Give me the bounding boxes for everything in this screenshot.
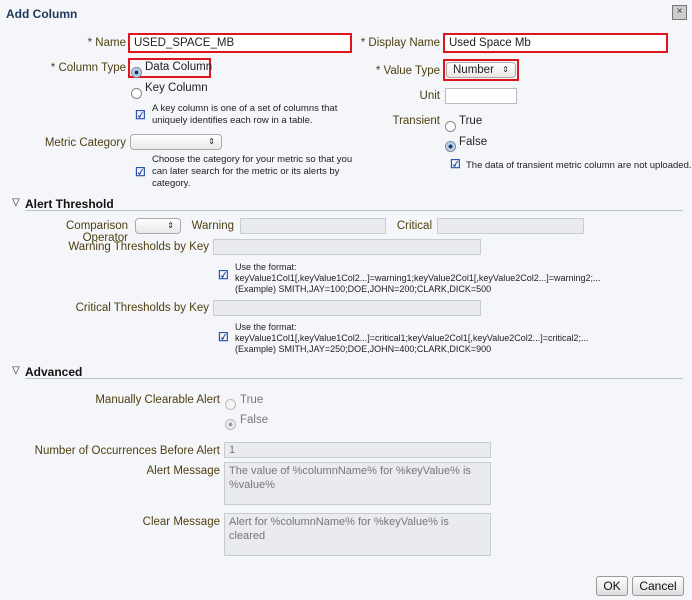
transient-true-radio[interactable] — [445, 121, 456, 132]
clearable-false-label: False — [240, 414, 269, 426]
critical-label: Critical — [396, 220, 432, 232]
info-check-icon: ☑ — [135, 108, 146, 122]
unit-input[interactable] — [445, 88, 517, 104]
occurrences-label: Number of Occurrences Before Alert — [34, 445, 220, 457]
transient-label: Transient — [392, 115, 440, 127]
critical-thresholds-label: Critical Thresholds by Key — [75, 302, 209, 314]
select-arrows-icon: ⇕ — [502, 65, 509, 74]
clearable-true-radio[interactable] — [225, 399, 236, 410]
critical-input[interactable] — [437, 218, 584, 234]
info-check-icon: ☑ — [218, 268, 229, 282]
metric-category-select[interactable]: ⇕ — [130, 134, 222, 150]
display-name-label: * Display Name — [360, 37, 440, 49]
warning-thresholds-label: Warning Thresholds by Key — [68, 241, 209, 253]
warning-input[interactable] — [240, 218, 386, 234]
transient-true-label: True — [459, 115, 483, 127]
advanced-header[interactable]: Advanced — [25, 365, 82, 379]
alert-message-label: Alert Message — [146, 465, 220, 477]
clearable-true-label: True — [240, 394, 264, 406]
transient-false-label: False — [459, 136, 488, 148]
name-input[interactable]: USED_SPACE_MB — [128, 33, 352, 53]
comparison-operator-select[interactable]: ⇕ — [135, 218, 181, 234]
metric-hint: category. — [152, 178, 191, 189]
warning-label: Warning — [191, 220, 234, 232]
info-check-icon: ☑ — [135, 165, 146, 179]
ok-button[interactable]: OK — [596, 576, 628, 596]
metric-hint: can later search for the metric or its a… — [152, 166, 340, 177]
key-column-radio[interactable] — [131, 88, 142, 99]
warning-hint: keyValue1Col1[,keyValue1Col2...]=warning… — [235, 273, 601, 283]
alert-threshold-header[interactable]: Alert Threshold — [25, 197, 114, 211]
collapse-triangle-icon[interactable]: ▽ — [12, 365, 20, 376]
value-type-label: * Value Type — [375, 65, 440, 77]
alert-message-textarea[interactable]: The value of %columnName% for %keyValue%… — [224, 462, 491, 505]
key-hint: A key column is one of a set of columns … — [152, 103, 338, 114]
critical-hint: (Example) SMITH,JAY=250;DOE,JOHN=400;CLA… — [235, 344, 492, 354]
clearable-label: Manually Clearable Alert — [95, 394, 220, 406]
select-arrows-icon: ⇕ — [167, 221, 174, 230]
display-name-input[interactable]: Used Space Mb — [443, 33, 668, 53]
key-column-label: Key Column — [145, 82, 208, 94]
name-label: * Name — [87, 37, 126, 49]
data-column-radio[interactable] — [131, 67, 142, 78]
clearable-false-radio[interactable] — [225, 419, 236, 430]
select-arrows-icon: ⇕ — [208, 137, 215, 146]
dialog-title: Add Column — [6, 7, 78, 21]
occurrences-input[interactable]: 1 — [224, 442, 491, 458]
critical-hint: Use the format: — [235, 322, 297, 332]
collapse-triangle-icon[interactable]: ▽ — [12, 197, 20, 208]
value-type-select[interactable]: Number ⇕ — [446, 62, 516, 78]
metric-hint: Choose the category for your metric so t… — [152, 154, 353, 165]
info-check-icon: ☑ — [450, 157, 461, 171]
critical-hint: keyValue1Col1[,keyValue1Col2...]=critica… — [235, 333, 589, 343]
warning-thresholds-input[interactable] — [213, 239, 481, 255]
transient-false-radio[interactable] — [445, 141, 456, 152]
critical-thresholds-input[interactable] — [213, 300, 481, 316]
value-type-value: Number — [453, 64, 494, 76]
data-column-label: Data Column — [145, 61, 213, 73]
column-type-label: * Column Type — [50, 62, 126, 74]
close-button[interactable]: × — [672, 5, 687, 20]
info-check-icon: ☑ — [218, 330, 229, 344]
clear-message-textarea[interactable]: Alert for %columnName% for %keyValue% is… — [224, 513, 491, 556]
warning-hint: Use the format: — [235, 262, 297, 272]
clear-message-label: Clear Message — [142, 516, 220, 528]
warning-hint: (Example) SMITH,JAY=100;DOE,JOHN=200;CLA… — [235, 284, 492, 294]
metric-category-label: Metric Category — [44, 137, 126, 149]
cancel-button[interactable]: Cancel — [632, 576, 684, 596]
transient-hint: The data of transient metric column are … — [466, 160, 692, 171]
key-hint: uniquely identifies each row in a table. — [152, 115, 313, 126]
unit-label: Unit — [419, 90, 440, 102]
